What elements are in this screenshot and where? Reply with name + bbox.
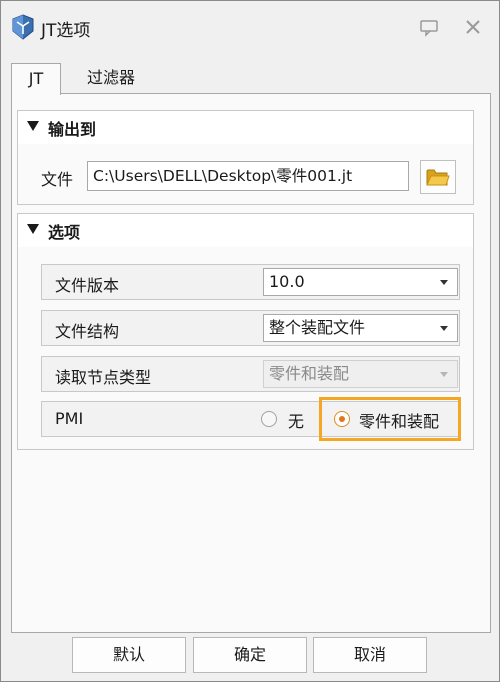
pmi-none-radio[interactable] <box>261 411 277 427</box>
options-section-header[interactable]: 选项 <box>17 213 474 248</box>
output-section-header[interactable]: 输出到 <box>17 110 474 145</box>
default-button[interactable]: 默认 <box>72 637 186 673</box>
dropdown-arrow-icon <box>440 372 448 377</box>
file-structure-value: 整个装配文件 <box>269 318 366 337</box>
close-icon[interactable] <box>461 15 485 39</box>
feedback-icon[interactable] <box>417 15 441 39</box>
jt-options-dialog: JT选项 JT 过滤器 输出到 文件 C:\Users\DELL\Desktop… <box>0 0 500 682</box>
tab-jt[interactable]: JT <box>11 63 61 95</box>
ok-button[interactable]: 确定 <box>193 637 307 673</box>
pmi-none-label[interactable]: 无 <box>288 408 304 432</box>
node-type-select: 零件和装配 <box>263 360 458 388</box>
options-section-title: 选项 <box>48 223 81 242</box>
output-section-title: 输出到 <box>48 120 97 139</box>
pmi-label: PMI <box>55 409 84 428</box>
collapse-arrow-icon <box>27 121 39 131</box>
file-version-select[interactable]: 10.0 <box>263 268 458 296</box>
dropdown-arrow-icon <box>440 326 448 331</box>
file-version-label: 文件版本 <box>55 276 120 295</box>
collapse-arrow-icon <box>27 224 39 234</box>
tab-filter[interactable]: 过滤器 <box>71 63 151 93</box>
dropdown-arrow-icon <box>440 280 448 285</box>
file-structure-label: 文件结构 <box>55 322 120 341</box>
window-title: JT选项 <box>41 21 91 41</box>
file-version-row: 文件版本 10.0 <box>41 264 460 300</box>
file-structure-row: 文件结构 整个装配文件 <box>41 310 460 346</box>
cancel-button[interactable]: 取消 <box>313 637 427 673</box>
node-type-value: 零件和装配 <box>269 364 350 383</box>
node-type-row: 读取节点类型 零件和装配 <box>41 356 460 392</box>
browse-button[interactable] <box>420 160 456 194</box>
node-type-label: 读取节点类型 <box>55 368 152 387</box>
app-logo-icon <box>12 14 34 40</box>
title-bar: JT选项 <box>1 1 499 53</box>
file-version-value: 10.0 <box>269 272 305 291</box>
folder-icon <box>426 169 450 186</box>
file-path-input[interactable]: C:\Users\DELL\Desktop\零件001.jt <box>87 161 409 191</box>
file-structure-select[interactable]: 整个装配文件 <box>263 314 458 342</box>
file-label: 文件 <box>41 170 74 189</box>
highlight-box <box>319 397 461 441</box>
